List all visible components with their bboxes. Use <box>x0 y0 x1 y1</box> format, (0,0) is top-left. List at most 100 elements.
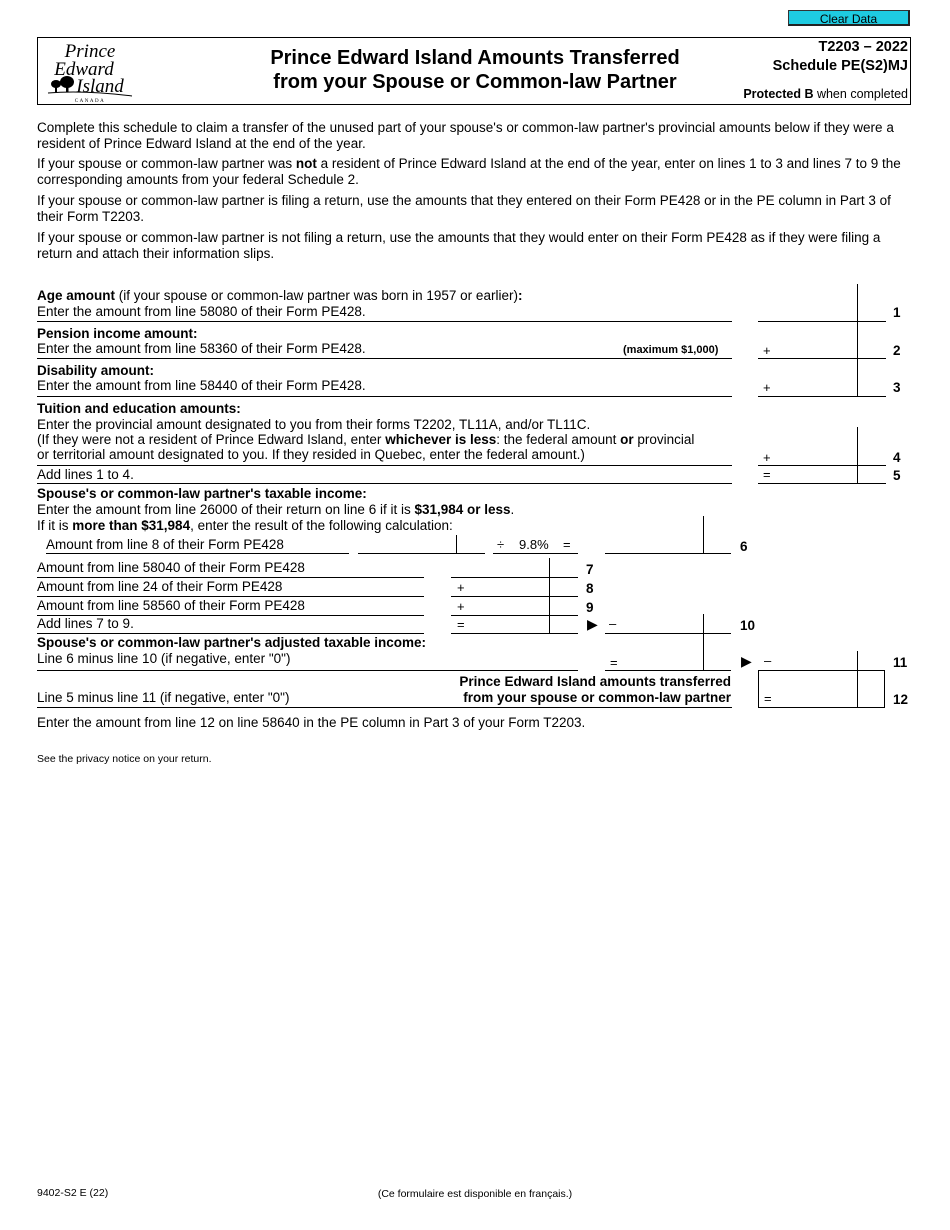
divider <box>37 633 424 634</box>
line-1-underline <box>758 321 886 322</box>
plus-operator: + <box>763 450 771 465</box>
intro-paragraph-3: If your spouse or common-law partner is … <box>37 193 915 224</box>
divider <box>37 483 732 484</box>
divider <box>37 465 732 466</box>
text: , enter the result of the following calc… <box>190 518 453 533</box>
plus-operator: + <box>763 343 771 358</box>
minus-operator: – <box>609 616 617 631</box>
line-5-input[interactable] <box>772 466 856 482</box>
line-5-text: Add lines 1 to 4. <box>37 467 134 482</box>
pei-logo: Prince Edward Island CANADA <box>44 40 136 104</box>
line-6-rate: 9.8% <box>519 537 549 552</box>
line-6-text-1: Enter the amount from line 26000 of thei… <box>37 502 514 518</box>
line-4-heading: Tuition and education amounts: <box>37 401 241 416</box>
line-11-input-right[interactable] <box>772 652 856 669</box>
line-9-input[interactable] <box>466 598 548 614</box>
line-6-calc-underline <box>358 553 485 554</box>
line-number-7: 7 <box>586 562 594 577</box>
divider <box>37 321 732 322</box>
line-6-calc-input[interactable] <box>360 535 455 552</box>
divider <box>37 670 578 671</box>
text: Enter the amount from line 26000 of thei… <box>37 502 415 517</box>
line-2-input[interactable] <box>772 340 856 357</box>
divider <box>37 596 424 597</box>
plus-operator: + <box>763 380 771 395</box>
line-12-instruction: Enter the amount from line 12 on line 58… <box>37 715 586 730</box>
arrow-right-icon: ▶ <box>587 616 598 632</box>
line-6-input[interactable] <box>607 535 702 552</box>
intro-text: If your spouse or common-law partner is … <box>37 230 881 261</box>
line-number-5: 5 <box>893 468 901 483</box>
divide-operator: ÷ <box>497 537 505 552</box>
intro-text: If your spouse or common-law partner was <box>37 156 296 171</box>
line-number-6: 6 <box>740 539 748 554</box>
line-number-12: 12 <box>893 692 909 707</box>
line-6-underline <box>605 553 731 554</box>
line-10-input-right[interactable] <box>618 615 702 632</box>
line-number-8: 8 <box>586 581 594 596</box>
intro-paragraph-4: If your spouse or common-law partner is … <box>37 230 915 261</box>
clear-data-button[interactable]: Clear Data <box>788 10 910 26</box>
line-10-underline-left <box>451 633 578 634</box>
line-12-input[interactable] <box>772 689 856 706</box>
line-6-text-2: If it is more than $31,984, enter the re… <box>37 518 453 534</box>
column-divider <box>703 614 704 670</box>
line-number-9: 9 <box>586 600 594 615</box>
text-bold: $31,984 or less <box>414 502 511 517</box>
line-3-input[interactable] <box>772 377 856 395</box>
line-1-colon: : <box>517 288 523 303</box>
logo-text-canada: CANADA <box>75 99 105 104</box>
text: : the federal amount <box>496 432 621 447</box>
column-divider <box>857 284 858 396</box>
line-10-input-left[interactable] <box>466 616 548 632</box>
line-2-text: Enter the amount from line 58360 of thei… <box>37 341 366 356</box>
equals-operator: = <box>563 537 571 552</box>
line-1-text: Enter the amount from line 58080 of thei… <box>37 304 366 319</box>
text-bold: whichever is less <box>385 432 497 447</box>
line-2-heading: Pension income amount: <box>37 326 198 341</box>
line-7-text: Amount from line 58040 of their Form PE4… <box>37 560 305 575</box>
line-8-text: Amount from line 24 of their Form PE428 <box>37 579 283 594</box>
line-11-input-left[interactable] <box>620 652 702 669</box>
equals-operator: = <box>763 467 771 482</box>
text: (If they were not a resident of Prince E… <box>37 432 386 447</box>
equals-operator: = <box>764 691 772 706</box>
line-4-text-1: Enter the provincial amount designated t… <box>37 417 591 432</box>
line-7-input[interactable] <box>453 560 548 576</box>
line-6-heading: Spouse's or common-law partner's taxable… <box>37 486 367 501</box>
line-11-text: Line 6 minus line 10 (if negative, enter… <box>37 651 291 666</box>
text: . <box>510 502 515 517</box>
intro-bold: not <box>295 156 317 171</box>
line-8-input[interactable] <box>466 579 548 595</box>
schedule-name: Schedule PE(S2)MJ <box>772 58 908 74</box>
line-1-input[interactable] <box>760 302 856 320</box>
intro-text: If your spouse or common-law partner is … <box>37 193 891 224</box>
line-number-4: 4 <box>893 450 901 465</box>
intro-paragraph-1: Complete this schedule to claim a transf… <box>37 120 915 151</box>
arrow-right-icon: ▶ <box>741 653 752 669</box>
line-4-text-2: (If they were not a resident of Prince E… <box>37 432 694 448</box>
column-divider <box>703 516 704 553</box>
title-line-1: Prince Edward Island Amounts Transferred <box>270 47 680 69</box>
title-line-2: from your Spouse or Common-law Partner <box>273 71 677 93</box>
text-bold: more than $31,984 <box>72 518 191 533</box>
line-4-input[interactable] <box>772 447 856 464</box>
line-12-label: Prince Edward Island amounts transferred… <box>380 674 731 705</box>
line-10-text: Add lines 7 to 9. <box>37 616 134 631</box>
line-4-text-3: or territorial amount designated to you.… <box>37 447 585 462</box>
line-12-label-2: from your spouse or common-law partner <box>463 689 731 705</box>
line-3-underline <box>758 396 886 397</box>
divider <box>493 553 578 554</box>
line-12-text: Line 5 minus line 11 (if negative, enter… <box>37 690 290 705</box>
line-11-heading: Spouse's or common-law partner's adjuste… <box>37 635 427 650</box>
divider <box>37 396 732 397</box>
form-identifier: T2203 – 2022 Schedule PE(S2)MJ <box>773 38 908 76</box>
line-10-underline-right <box>605 633 731 634</box>
line-1-heading: Age amount (if your spouse or common-law… <box>37 288 522 304</box>
minus-operator: – <box>764 653 772 668</box>
protected-note: when completed <box>813 87 908 101</box>
equals-operator: = <box>610 655 618 670</box>
line-number-3: 3 <box>893 380 901 395</box>
line-number-11: 11 <box>893 655 908 670</box>
french-availability-note: (Ce formulaire est disponible en françai… <box>377 1188 573 1200</box>
